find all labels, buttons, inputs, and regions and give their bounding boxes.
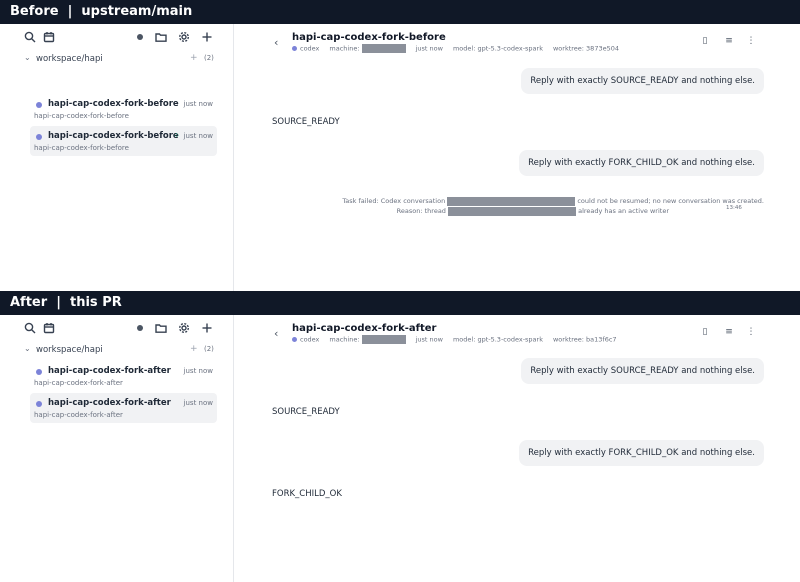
file-icon[interactable]: ▯	[700, 36, 710, 48]
list-icon[interactable]: ≡	[724, 327, 734, 339]
chat-main: ‹ hapi-cap-codex-fork-after codex machine…	[234, 315, 800, 582]
session-title: hapi-cap-codex-fork-before	[48, 99, 179, 109]
chat-main: ‹ hapi-cap-codex-fork-before codex machin…	[234, 24, 800, 291]
calendar-icon[interactable]	[42, 321, 56, 335]
error-text: could not be resumed; no new conversatio…	[577, 197, 764, 205]
session-header-meta: codex machine: just now model: gpt-5.3-cod…	[292, 335, 617, 344]
error-text: Task failed: Codex conversation	[342, 197, 446, 205]
redacted-thread-id	[448, 206, 577, 216]
group-add-icon[interactable]: +	[190, 53, 198, 63]
folder-icon[interactable]	[154, 30, 168, 44]
user-message: Reply with exactly SOURCE_READY and noth…	[521, 358, 764, 384]
before-banner: Before | upstream/main	[0, 0, 800, 24]
gear-icon[interactable]	[177, 321, 191, 335]
list-icon[interactable]: ≡	[724, 36, 734, 48]
gear-icon[interactable]	[177, 30, 191, 44]
header-time: just now	[415, 44, 443, 53]
redacted-machine	[361, 44, 406, 53]
session-time: just now	[183, 132, 213, 140]
chevron-left-icon[interactable]: ‹	[274, 327, 278, 340]
calendar-icon[interactable]	[42, 30, 56, 44]
worktree-label: worktree: ba13f6c7	[552, 335, 617, 344]
header-time: just now	[415, 335, 443, 344]
sidebar: ⌄ workspace/hapi + (2) hapi-cap-codex-fo…	[0, 24, 234, 291]
agent-name: codex	[300, 44, 320, 53]
agent-dot-icon	[36, 401, 42, 407]
after-panel: ⌄ workspace/hapi + (2) hapi-cap-codex-fo…	[0, 315, 800, 582]
session-item[interactable]: hapi-cap-codex-fork-before just now hapi…	[30, 94, 217, 124]
session-item[interactable]: hapi-cap-codex-fork-after just now hapi-…	[30, 361, 217, 391]
session-title: hapi-cap-codex-fork-after	[48, 398, 171, 408]
model-label: model: gpt-5.3-codex-spark	[452, 335, 543, 344]
session-title: hapi-cap-codex-fork-after	[48, 366, 171, 376]
header-actions: ▯ ≡ ⋮	[700, 36, 760, 48]
user-message: Reply with exactly FORK_CHILD_OK and not…	[519, 150, 764, 176]
session-time: just now	[183, 399, 213, 407]
error-text: Reason: thread	[396, 207, 446, 215]
group-add-icon[interactable]: +	[190, 344, 198, 354]
session-time: just now	[183, 367, 213, 375]
workspace-group-name: workspace/hapi	[36, 54, 103, 64]
worktree-label: worktree: 3873e504	[552, 44, 619, 53]
spinner-icon: ⁘	[173, 131, 180, 140]
agent-name: codex	[300, 335, 320, 344]
sidebar: ⌄ workspace/hapi + (2) hapi-cap-codex-fo…	[0, 315, 234, 582]
model-label: model: gpt-5.3-codex-spark	[452, 44, 543, 53]
agent-dot-icon	[36, 102, 42, 108]
agent-dot-icon	[292, 46, 297, 51]
before-panel: ⌄ workspace/hapi + (2) hapi-cap-codex-fo…	[0, 24, 800, 291]
plus-icon[interactable]	[200, 321, 214, 335]
file-icon[interactable]: ▯	[700, 327, 710, 339]
workspace-group-name: workspace/hapi	[36, 345, 103, 355]
session-header-title: hapi-cap-codex-fork-after	[292, 323, 437, 334]
session-title: hapi-cap-codex-fork-before	[48, 131, 179, 141]
session-subtitle: hapi-cap-codex-fork-before	[34, 144, 129, 152]
error-text: already has an active writer	[578, 207, 669, 215]
status-dot-icon	[133, 321, 147, 335]
search-icon[interactable]	[23, 30, 37, 44]
session-header-title: hapi-cap-codex-fork-before	[292, 32, 446, 43]
plus-icon[interactable]	[200, 30, 214, 44]
agent-dot-icon	[36, 134, 42, 140]
agent-dot-icon	[292, 337, 297, 342]
session-item-active[interactable]: hapi-cap-codex-fork-after just now hapi-…	[30, 393, 217, 423]
status-dot-icon	[133, 30, 147, 44]
machine-label: machine:	[329, 335, 360, 344]
error-time: 13:46	[726, 205, 742, 211]
session-item-active[interactable]: hapi-cap-codex-fork-before ⁘ just now ha…	[30, 126, 217, 156]
group-count: (2)	[204, 54, 214, 62]
session-subtitle: hapi-cap-codex-fork-after	[34, 411, 123, 419]
session-subtitle: hapi-cap-codex-fork-before	[34, 112, 129, 120]
session-time: just now	[183, 100, 213, 108]
chevron-down-icon[interactable]: ⌄	[24, 344, 31, 353]
machine-label: machine:	[329, 44, 360, 53]
session-header-meta: codex machine: just now model: gpt-5.3-cod…	[292, 44, 619, 53]
user-message: Reply with exactly FORK_CHILD_OK and not…	[519, 440, 764, 466]
header-actions: ▯ ≡ ⋮	[700, 327, 760, 339]
group-count: (2)	[204, 345, 214, 353]
sidebar-toolbar	[23, 321, 217, 335]
user-message: Reply with exactly SOURCE_READY and noth…	[521, 68, 764, 94]
assistant-message: SOURCE_READY	[272, 117, 340, 127]
agent-dot-icon	[36, 369, 42, 375]
assistant-message: FORK_CHILD_OK	[272, 489, 342, 499]
assistant-message: SOURCE_READY	[272, 407, 340, 417]
more-vertical-icon[interactable]: ⋮	[746, 36, 756, 48]
redacted-conversation-id	[447, 196, 576, 206]
search-icon[interactable]	[23, 321, 37, 335]
sidebar-toolbar	[23, 30, 217, 44]
chevron-left-icon[interactable]: ‹	[274, 36, 278, 49]
error-message: Task failed: Codex conversation could no…	[294, 196, 764, 216]
folder-icon[interactable]	[154, 321, 168, 335]
session-subtitle: hapi-cap-codex-fork-after	[34, 379, 123, 387]
chevron-down-icon[interactable]: ⌄	[24, 53, 31, 62]
after-banner: After | this PR	[0, 291, 800, 315]
redacted-machine	[361, 335, 406, 344]
more-vertical-icon[interactable]: ⋮	[746, 327, 756, 339]
